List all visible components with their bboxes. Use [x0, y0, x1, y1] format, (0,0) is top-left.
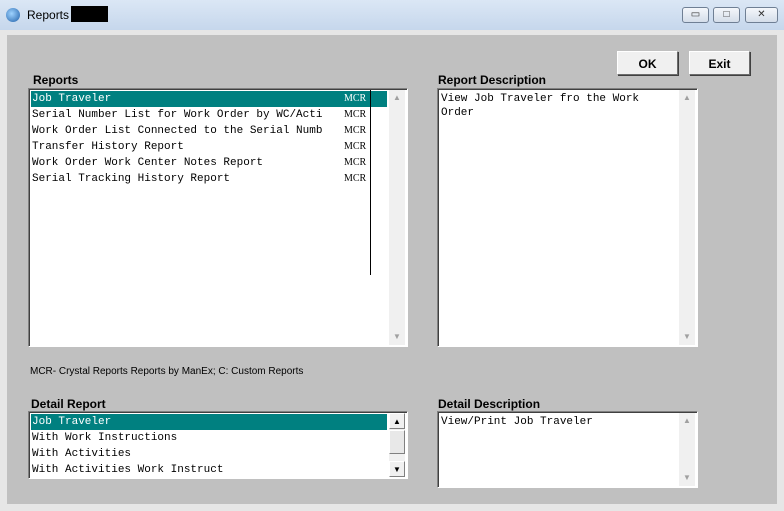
- report-description-scrollbar[interactable]: ▲ ▼: [679, 90, 695, 345]
- ok-button[interactable]: OK: [617, 51, 678, 75]
- scroll-down-icon[interactable]: ▼: [679, 329, 695, 345]
- detail-name: Job Traveler: [32, 416, 112, 428]
- report-name: Serial Number List for Work Order by WC/…: [32, 109, 323, 121]
- report-name: Job Traveler: [32, 93, 112, 105]
- detail-name: With Activities Work Instruct: [32, 464, 224, 476]
- report-name: Transfer History Report: [32, 141, 184, 153]
- column-divider: [370, 90, 371, 275]
- report-row[interactable]: Transfer History Report MCR: [31, 139, 387, 155]
- report-description-label: Report Description: [438, 73, 547, 87]
- report-name: Work Order Work Center Notes Report: [32, 157, 264, 169]
- detail-report-label: Detail Report: [31, 397, 106, 411]
- report-name: Serial Tracking History Report: [32, 173, 231, 185]
- title-bar: Reports ▭ □ ✕: [0, 0, 784, 31]
- report-type: MCR: [344, 173, 367, 184]
- detail-report-scrollbar[interactable]: ▲ ▼: [389, 413, 405, 477]
- app-icon: [6, 8, 20, 22]
- reports-list[interactable]: Job Traveler MCR Serial Number List for …: [28, 88, 408, 347]
- scroll-down-icon[interactable]: ▼: [389, 461, 405, 477]
- scroll-up-icon[interactable]: ▲: [389, 413, 405, 429]
- minimize-icon: ▭: [690, 9, 701, 20]
- report-type-legend: MCR- Crystal Reports Reports by ManEx; C…: [30, 366, 304, 377]
- window-title: Reports: [27, 8, 70, 22]
- report-row[interactable]: Job Traveler MCR: [31, 91, 387, 107]
- detail-description-text: View/Print Job Traveler: [441, 416, 593, 428]
- detail-row[interactable]: With Activities Work Instruct: [31, 462, 387, 478]
- maximize-icon: □: [723, 9, 730, 20]
- detail-row[interactable]: With Work Instructions: [31, 430, 387, 446]
- report-row[interactable]: Work Order List Connected to the Serial …: [31, 123, 387, 139]
- detail-name: With Activities: [32, 448, 132, 460]
- close-button[interactable]: ✕: [745, 7, 778, 23]
- report-row[interactable]: Serial Number List for Work Order by WC/…: [31, 107, 387, 123]
- report-name: Work Order List Connected to the Serial …: [32, 125, 323, 137]
- detail-description-scrollbar[interactable]: ▲ ▼: [679, 413, 695, 486]
- redacted-title-block: [71, 6, 108, 22]
- maximize-button[interactable]: □: [713, 7, 740, 23]
- detail-report-list[interactable]: Job Traveler With Work Instructions With…: [28, 411, 408, 479]
- reports-scrollbar[interactable]: ▲ ▼: [389, 90, 405, 345]
- minimize-button[interactable]: ▭: [682, 7, 709, 23]
- reports-label: Reports: [33, 73, 79, 87]
- detail-name: With Work Instructions: [32, 432, 178, 444]
- report-description-text: View Job Traveler fro the Work Order: [441, 93, 640, 119]
- detail-description-label: Detail Description: [438, 397, 541, 411]
- scroll-thumb[interactable]: [389, 430, 405, 454]
- scroll-up-icon[interactable]: ▲: [679, 413, 695, 429]
- scroll-down-icon[interactable]: ▼: [389, 329, 405, 345]
- detail-row[interactable]: Job Traveler: [31, 414, 387, 430]
- scroll-up-icon[interactable]: ▲: [679, 90, 695, 106]
- report-type: MCR: [344, 93, 367, 104]
- report-type: MCR: [344, 141, 367, 152]
- report-row[interactable]: Serial Tracking History Report MCR: [31, 171, 387, 187]
- report-description-box[interactable]: View Job Traveler fro the Work Order ▲ ▼: [437, 88, 698, 347]
- scroll-up-icon[interactable]: ▲: [389, 90, 405, 106]
- report-row[interactable]: Work Order Work Center Notes Report MCR: [31, 155, 387, 171]
- report-type: MCR: [344, 125, 367, 136]
- detail-description-box[interactable]: View/Print Job Traveler ▲ ▼: [437, 411, 698, 488]
- close-icon: ✕: [757, 9, 766, 20]
- detail-row[interactable]: With Activities: [31, 446, 387, 462]
- scroll-down-icon[interactable]: ▼: [679, 470, 695, 486]
- report-type: MCR: [344, 109, 367, 120]
- exit-button[interactable]: Exit: [689, 51, 750, 75]
- report-type: MCR: [344, 157, 367, 168]
